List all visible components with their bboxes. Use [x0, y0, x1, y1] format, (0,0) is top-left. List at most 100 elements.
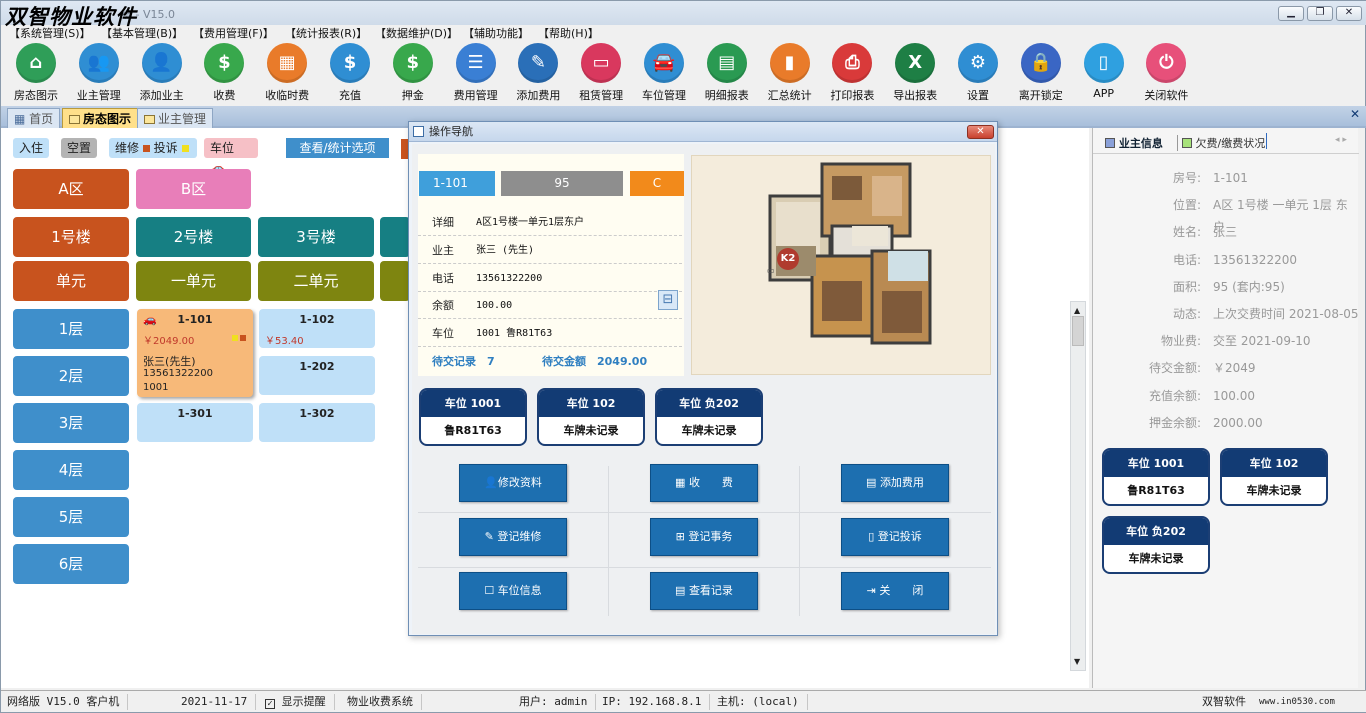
repair-marker — [240, 335, 246, 341]
toolbar-button-8[interactable]: ✎ 添加费用 — [508, 43, 568, 102]
toolbar-button-12[interactable]: ▮ 汇总统计 — [760, 43, 820, 102]
view-records-button[interactable]: ▤ 查看记录 — [650, 572, 758, 610]
scroll-thumb[interactable] — [1072, 316, 1084, 346]
info-value: 上次交费时间 2021-08-05 — [1213, 307, 1359, 321]
building-block-2[interactable]: 2号楼 — [136, 217, 251, 257]
tab-owner-mgmt[interactable]: 业主管理 — [137, 108, 214, 128]
info-row-balance: 余额 100.00 — [418, 292, 682, 319]
toolbar-button-16[interactable]: 🔒 离开锁定 — [1011, 43, 1071, 102]
right-parking-card-1001[interactable]: 车位 1001 鲁R81T63 — [1102, 448, 1210, 506]
toolbar-button-4[interactable]: ▦ 收临时费 — [257, 43, 317, 102]
restore-button[interactable]: ❐ — [1307, 6, 1333, 21]
room-card-1-302[interactable]: 1-302 — [259, 403, 375, 442]
menu-system[interactable]: 【系统管理(S)】 — [9, 25, 91, 41]
printer-icon: ⎙ — [832, 43, 873, 83]
toolbar-label: 收临时费 — [265, 89, 310, 102]
floor-4[interactable]: 4层 — [13, 450, 129, 490]
info-row: 面积: 95 (套内:95) — [1093, 276, 1359, 298]
toolbar-button-18[interactable]: ⏻ 关闭软件 — [1136, 43, 1196, 102]
menu-tools[interactable]: 【辅助功能】 — [463, 25, 529, 41]
status-reminder[interactable]: ✓ 显示提醒 — [265, 694, 335, 710]
building-block-1[interactable]: 1号楼 — [13, 217, 129, 257]
info-row: 物业费: 交至 2021-09-10 — [1093, 330, 1359, 352]
close-dialog-button[interactable]: ⇥ 关 闭 — [841, 572, 949, 610]
info-key: 待交金额: — [1148, 361, 1201, 376]
unit-block[interactable]: 单元 — [13, 261, 129, 301]
edit-info-button[interactable]: 👤修改资料 — [459, 464, 567, 502]
menu-fee[interactable]: 【费用管理(F)】 — [193, 25, 274, 41]
close-tab-button[interactable]: ✕ — [1350, 107, 1360, 121]
menu-data[interactable]: 【数据维护(D)】 — [375, 25, 458, 41]
legend-checkin[interactable]: 入住 — [13, 138, 50, 158]
toolbar-button-7[interactable]: ☰ 费用管理 — [446, 43, 506, 102]
register-repair-button[interactable]: ✎ 登记维修 — [459, 518, 567, 556]
status-date: 2021-11-17 — [181, 694, 257, 710]
tab-home[interactable]: ▦ 首页 — [7, 108, 61, 128]
toolbar-button-14[interactable]: X 导出报表 — [885, 43, 945, 102]
dialog-close-button[interactable]: ✕ — [967, 125, 994, 139]
room-number: 1-301 — [177, 407, 213, 420]
owner-info-panel: 业主信息 欠费/缴费状况 ◂ ▸ 房号: 1-101 位置: A区 1号楼 一单元 1… — [1092, 128, 1359, 688]
parking-info-button[interactable]: ☐ 车位信息 — [459, 572, 567, 610]
tab-scroll-arrows[interactable]: ◂ ▸ — [1335, 135, 1347, 145]
query-options-button[interactable]: 查看/统计选项 — [286, 138, 389, 158]
room-card-1-101[interactable]: 🚗 1-101 ￥2049.00 张三(先生) 13561322200 1001 — [137, 309, 253, 397]
toolbar-button-13[interactable]: ⎙ 打印报表 — [822, 43, 882, 102]
room-card-1-102[interactable]: 1-102 ￥53.40 — [259, 309, 375, 348]
unit-block-1[interactable]: 一单元 — [136, 261, 251, 301]
room-card-1-301[interactable]: 1-301 — [137, 403, 253, 442]
floor-1[interactable]: 1层 — [13, 309, 129, 349]
toolbar-button-1[interactable]: 👥 业主管理 — [69, 43, 129, 102]
toolbar-button-15[interactable]: ⚙ 设置 — [948, 43, 1008, 102]
parking-card-neg202[interactable]: 车位 负202 车牌未记录 — [655, 388, 763, 446]
tab-house-map[interactable]: 房态图示 — [62, 108, 139, 128]
info-row: 电话: 13561322200 — [1093, 249, 1359, 271]
legend-vacant[interactable]: 空置 — [61, 138, 98, 158]
toolbar-button-2[interactable]: 👤 添加业主 — [132, 43, 192, 102]
card-icon: ▭ — [581, 43, 622, 83]
toolbar-button-3[interactable]: $ 收费 — [194, 43, 254, 102]
menu-help[interactable]: 【帮助(H)】 — [538, 25, 599, 41]
floor-6[interactable]: 6层 — [13, 544, 129, 584]
minimize-button[interactable]: ▁ — [1278, 6, 1304, 21]
close-window-button[interactable]: ✕ — [1336, 6, 1362, 21]
vertical-scrollbar[interactable]: ▲ ▼ — [1070, 301, 1086, 671]
legend-parking[interactable]: 车位 🚗 — [204, 138, 258, 175]
toolbar-label: 关闭软件 — [1144, 89, 1189, 102]
toolbar-button-6[interactable]: $ 押金 — [383, 43, 443, 102]
register-affair-button[interactable]: ⊞ 登记事务 — [650, 518, 758, 556]
scroll-down-icon[interactable]: ▼ — [1074, 657, 1080, 666]
unit-block-3[interactable] — [380, 261, 410, 301]
floor-3[interactable]: 3层 — [13, 403, 129, 443]
toolbar-button-10[interactable]: 🚘 车位管理 — [634, 43, 694, 102]
toolbar-button-11[interactable]: ▤ 明细报表 — [697, 43, 757, 102]
bar-chart-icon: ▮ — [769, 43, 810, 83]
parking-card-102[interactable]: 车位 102 车牌未记录 — [537, 388, 645, 446]
room-card-1-202[interactable]: 1-202 — [259, 356, 375, 395]
scroll-up-icon[interactable]: ▲ — [1074, 306, 1080, 315]
calculator-icon[interactable]: ⊟ — [658, 290, 678, 310]
parking-card-1001[interactable]: 车位 1001 鲁R81T63 — [419, 388, 527, 446]
legend-repair-complaint[interactable]: 维修 投诉 — [109, 138, 197, 158]
add-fee-button[interactable]: ▤ 添加费用 — [841, 464, 949, 502]
right-parking-card-102[interactable]: 车位 102 车牌未记录 — [1220, 448, 1328, 506]
tab-owner-info[interactable]: 业主信息 — [1105, 135, 1163, 151]
floor-2[interactable]: 2层 — [13, 356, 129, 396]
tab-arrears[interactable]: 欠费/缴费状况 — [1177, 135, 1265, 151]
area-block-b[interactable]: B区 — [136, 169, 251, 209]
toolbar-button-17[interactable]: ▯ APP — [1074, 43, 1134, 101]
unit-block-2[interactable]: 二单元 — [258, 261, 374, 301]
charge-button[interactable]: ▦ 收 费 — [650, 464, 758, 502]
area-block-a[interactable]: A区 — [13, 169, 129, 209]
menu-basic[interactable]: 【基本管理(B)】 — [101, 25, 183, 41]
toolbar-button-5[interactable]: $ 充值 — [320, 43, 380, 102]
floor-5[interactable]: 5层 — [13, 497, 129, 537]
building-block-4[interactable] — [380, 217, 410, 257]
building-block-3[interactable]: 3号楼 — [258, 217, 374, 257]
toolbar-label: 汇总统计 — [767, 89, 812, 102]
right-parking-card-neg202[interactable]: 车位 负202 车牌未记录 — [1102, 516, 1210, 574]
menu-report[interactable]: 【统计报表(R)】 — [285, 25, 367, 41]
toolbar-button-9[interactable]: ▭ 租赁管理 — [571, 43, 631, 102]
register-complaint-button[interactable]: ▯ 登记投诉 — [841, 518, 949, 556]
toolbar-button-0[interactable]: ⌂ 房态图示 — [6, 43, 66, 102]
